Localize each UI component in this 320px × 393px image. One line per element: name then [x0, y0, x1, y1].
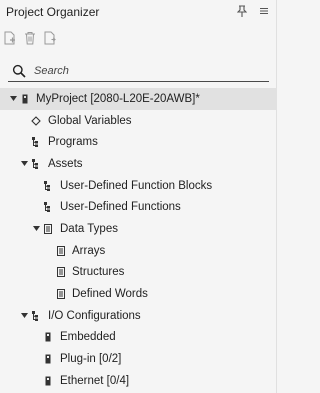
data-type-icon: [56, 288, 66, 300]
project-tree: MyProject [2080-L20E-20AWB]* Global Vari…: [0, 88, 277, 392]
tree-item-global-variables[interactable]: Global Variables: [0, 110, 277, 132]
expand-arrow-icon[interactable]: [20, 312, 28, 320]
data-type-icon: [56, 245, 66, 257]
search-input[interactable]: [34, 64, 254, 77]
data-type-icon: [56, 266, 66, 278]
panel-title-bar: Project Organizer: [0, 0, 277, 24]
tree-item-defined-words[interactable]: Defined Words: [0, 283, 277, 305]
search-icon: [12, 64, 26, 78]
tree-item-label: Embedded: [60, 331, 116, 344]
tree-item-label: Ethernet [0/4]: [60, 374, 130, 387]
search-box: [8, 60, 269, 82]
tag-icon: [31, 115, 41, 127]
tree-item-myproject[interactable]: MyProject [2080-L20E-20AWB]*: [0, 88, 277, 110]
tree-item-label: Defined Words: [72, 288, 148, 301]
tree-item-label: Arrays: [72, 244, 106, 257]
expand-arrow-icon[interactable]: [32, 225, 40, 233]
tree-item-user-defined-function-blocks[interactable]: User-Defined Function Blocks: [0, 175, 277, 197]
module-icon: [43, 353, 53, 365]
tree-item-label: Structures: [72, 266, 125, 279]
properties-icon[interactable]: [44, 31, 56, 45]
tree-item-label: Plug-in [0/2]: [60, 353, 122, 366]
tree-item-label: User-Defined Functions: [60, 201, 181, 214]
expand-arrow-icon[interactable]: [9, 95, 17, 103]
tree-item-embedded[interactable]: Embedded: [0, 327, 277, 349]
tree-item-label: Assets: [48, 157, 83, 170]
tree-item-label: User-Defined Function Blocks: [60, 179, 213, 192]
tree-item-data-types[interactable]: Data Types: [0, 218, 277, 240]
module-icon: [43, 331, 53, 343]
tree-item-label: Global Variables: [48, 114, 132, 127]
project-organizer-panel: Project Organizer Search MyProject [2080…: [0, 0, 277, 393]
tree-item-assets[interactable]: Assets: [0, 153, 277, 175]
add-item-icon[interactable]: [4, 31, 16, 45]
folder-tree-icon: [31, 158, 41, 170]
tree-item-ethernet[interactable]: Ethernet [0/4]: [0, 370, 277, 392]
panel-title: Project Organizer: [6, 5, 100, 19]
title-icons: [235, 4, 271, 18]
tree-item-io-configurations[interactable]: I/O Configurations: [0, 305, 277, 327]
tree-item-structures[interactable]: Structures: [0, 262, 277, 284]
organizer-toolbar: [4, 30, 56, 46]
data-type-icon: [43, 223, 53, 235]
controller-icon: [20, 93, 30, 105]
tree-item-plug-in[interactable]: Plug-in [0/2]: [0, 348, 277, 370]
tree-item-label: Programs: [48, 136, 98, 149]
folder-tree-icon: [31, 310, 41, 322]
expand-arrow-icon[interactable]: [20, 160, 28, 168]
folder-tree-icon: [31, 136, 41, 148]
tree-item-label: I/O Configurations: [48, 309, 141, 322]
pin-icon[interactable]: [235, 4, 249, 18]
menu-icon[interactable]: [257, 4, 271, 18]
delete-icon[interactable]: [24, 31, 36, 45]
tree-item-label: MyProject [2080-L20E-20AWB]*: [36, 92, 200, 105]
tree-item-arrays[interactable]: Arrays: [0, 240, 277, 262]
tree-item-programs[interactable]: Programs: [0, 131, 277, 153]
module-icon: [43, 375, 53, 387]
tree-item-label: Data Types: [60, 222, 118, 235]
folder-tree-icon: [43, 201, 53, 213]
tree-item-user-defined-functions[interactable]: User-Defined Functions: [0, 196, 277, 218]
folder-tree-icon: [43, 180, 53, 192]
